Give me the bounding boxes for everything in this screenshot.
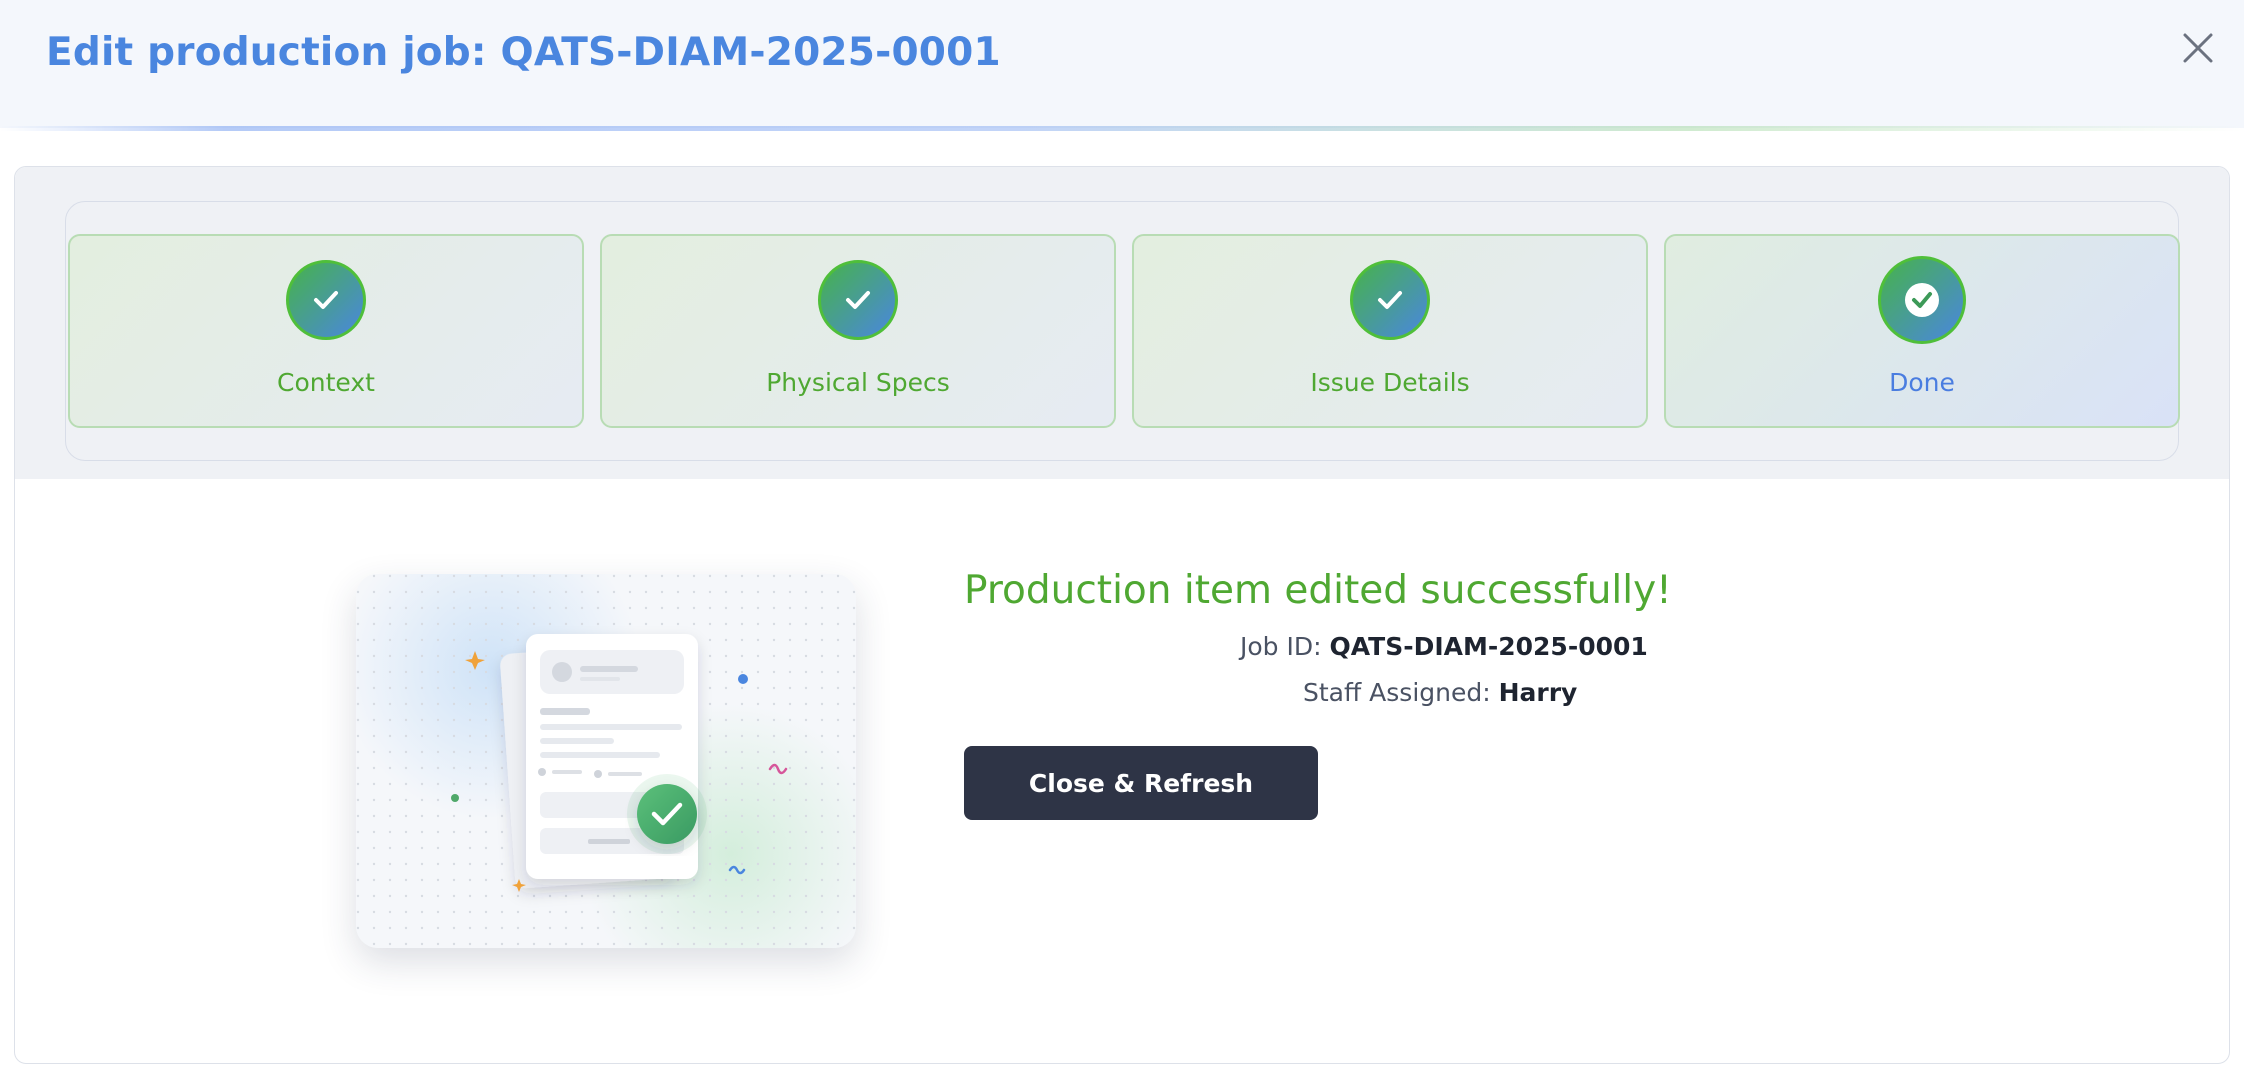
- check-icon: [314, 291, 338, 309]
- modal-title: Edit production job: QATS-DIAM-2025-0001: [46, 30, 1001, 75]
- success-heading: Production item edited successfully!: [964, 568, 1672, 613]
- step-label: Physical Specs: [766, 368, 950, 397]
- job-id-line: Job ID: QATS-DIAM-2025-0001: [1240, 632, 1648, 661]
- header-divider: [0, 126, 2244, 131]
- success-illustration: [356, 574, 856, 948]
- close-refresh-button[interactable]: Close & Refresh: [964, 746, 1318, 820]
- step-current-indicator: [1878, 256, 1966, 344]
- step-done[interactable]: Done: [1664, 234, 2180, 428]
- job-id-label: Job ID:: [1240, 632, 1322, 661]
- stepper-band: Context Physical Specs Issue Details Don…: [15, 167, 2229, 479]
- step-label: Done: [1889, 368, 1955, 397]
- modal-header: Edit production job: QATS-DIAM-2025-0001: [0, 0, 2244, 128]
- stepper: Context Physical Specs Issue Details Don…: [65, 201, 2180, 461]
- wizard-card: Context Physical Specs Issue Details Don…: [14, 166, 2230, 1064]
- check-icon: [846, 291, 870, 309]
- check-icon: [1378, 291, 1402, 309]
- close-icon[interactable]: [2180, 30, 2216, 66]
- step-complete-indicator: [818, 260, 898, 340]
- step-issue-details[interactable]: Issue Details: [1132, 234, 1648, 428]
- staff-label: Staff Assigned:: [1303, 678, 1491, 707]
- step-complete-indicator: [1350, 260, 1430, 340]
- job-id-value: QATS-DIAM-2025-0001: [1329, 632, 1648, 661]
- step-physical-specs[interactable]: Physical Specs: [600, 234, 1116, 428]
- step-label: Issue Details: [1310, 368, 1470, 397]
- step-context[interactable]: Context: [68, 234, 584, 428]
- staff-value: Harry: [1498, 678, 1578, 707]
- staff-assigned-line: Staff Assigned: Harry: [1303, 678, 1577, 707]
- check-circle-icon: [1905, 283, 1939, 317]
- step-complete-indicator: [286, 260, 366, 340]
- step-label: Context: [277, 368, 375, 397]
